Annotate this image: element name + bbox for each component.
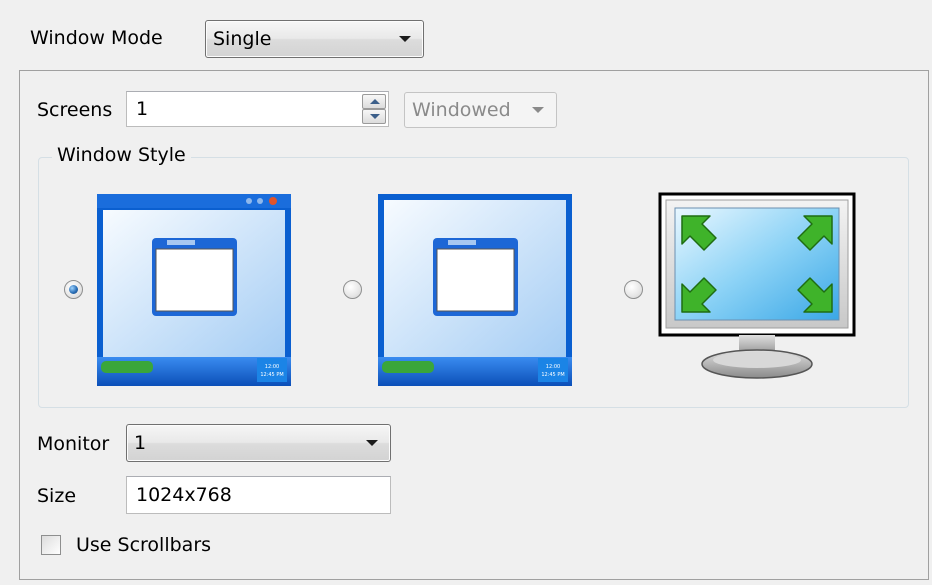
window-mode-label: Window Mode	[30, 27, 163, 49]
monitor-label: Monitor	[37, 433, 110, 455]
decrement-arrow-icon[interactable]	[362, 109, 386, 124]
monitor-select[interactable]: 1	[126, 424, 391, 462]
svg-text:12:45 PM: 12:45 PM	[260, 372, 283, 378]
window-mode-value: Single	[213, 28, 272, 50]
windowed-titlebar-icon[interactable]: 12:00 12:45 PM	[97, 194, 291, 386]
use-scrollbars-label[interactable]: Use Scrollbars	[76, 534, 211, 556]
window-style-radio-borderless[interactable]	[343, 280, 362, 299]
svg-text:12:45 PM: 12:45 PM	[541, 372, 564, 378]
size-value: 1024x768	[136, 484, 232, 506]
window-mode-select[interactable]: Single	[205, 20, 424, 58]
screens-spinbox[interactable]: 1	[126, 91, 389, 127]
screens-label: Screens	[37, 99, 113, 121]
svg-text:12:00: 12:00	[546, 364, 560, 370]
screen-mode-select[interactable]: Windowed	[404, 92, 557, 128]
use-scrollbars-checkbox[interactable]	[41, 535, 61, 555]
windowed-borderless-icon[interactable]: 12:00 12:45 PM	[378, 194, 572, 386]
svg-text:12:00: 12:00	[265, 364, 279, 370]
monitor-value: 1	[134, 432, 147, 454]
size-label: Size	[37, 485, 77, 507]
chevron-down-icon	[532, 107, 544, 113]
window-style-radio-titlebar[interactable]	[64, 280, 83, 299]
fullscreen-monitor-icon[interactable]	[658, 192, 856, 388]
window-style-radio-fullscreen[interactable]	[624, 280, 643, 299]
size-input[interactable]: 1024x768	[126, 476, 391, 514]
increment-arrow-icon[interactable]	[362, 94, 386, 109]
chevron-down-icon	[399, 36, 411, 42]
screen-mode-value: Windowed	[412, 99, 511, 121]
chevron-down-icon	[366, 440, 378, 446]
screens-stepper[interactable]	[362, 94, 386, 124]
screens-value: 1	[136, 98, 149, 120]
window-style-title: Window Style	[52, 144, 191, 166]
